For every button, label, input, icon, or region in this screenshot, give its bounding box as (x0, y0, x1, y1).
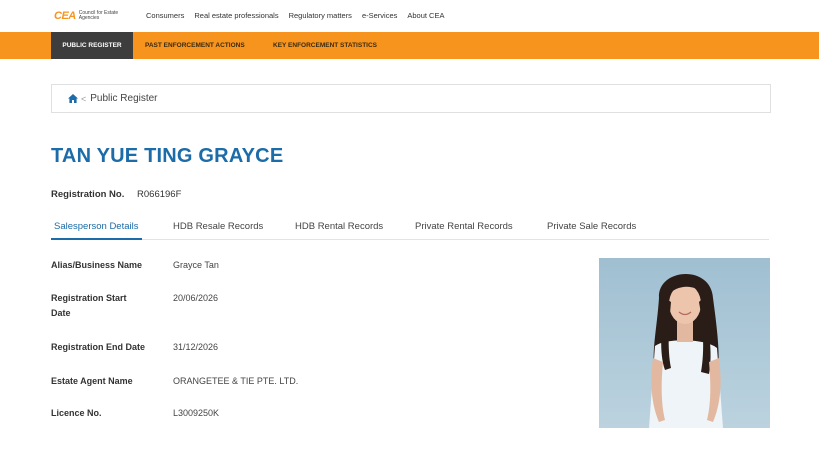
sub-navigation-bar: PUBLIC REGISTER PAST ENFORCEMENT ACTIONS… (0, 32, 819, 59)
subnav-public-register[interactable]: PUBLIC REGISTER (51, 32, 133, 59)
detail-label-alias: Alias/Business Name (51, 260, 143, 270)
nav-link-real-estate-professionals[interactable]: Real estate professionals (194, 11, 278, 20)
logo-text: Council for Estate Agencies (78, 10, 119, 21)
nav-link-about-cea[interactable]: About CEA (407, 11, 444, 20)
tab-hdb-resale-records[interactable]: HDB Resale Records (170, 221, 266, 238)
registration-label: Registration No. (51, 189, 125, 200)
nav-link-regulatory-matters[interactable]: Regulatory matters (289, 11, 352, 20)
tab-salesperson-details[interactable]: Salesperson Details (51, 221, 142, 240)
record-tabs: Salesperson Details HDB Resale Records H… (51, 221, 769, 240)
detail-label-start-date: Registration Start Date (51, 293, 127, 318)
detail-label-end-date: Registration End Date (51, 342, 146, 352)
subnav-key-enforcement-statistics[interactable]: KEY ENFORCEMENT STATISTICS (273, 32, 377, 59)
breadcrumb-separator: < (81, 93, 87, 104)
detail-value-start-date: 20/06/2026 (173, 293, 219, 303)
breadcrumb-current: Public Register (90, 93, 158, 104)
tab-hdb-rental-records[interactable]: HDB Rental Records (292, 221, 386, 238)
cea-logo[interactable]: CEA Council for Estate Agencies (54, 8, 125, 24)
registration-number: R066196F (137, 189, 182, 200)
subnav-past-enforcement-actions[interactable]: PAST ENFORCEMENT ACTIONS (145, 32, 245, 59)
detail-value-end-date: 31/12/2026 (173, 342, 219, 352)
detail-value-alias: Grayce Tan (173, 260, 219, 270)
nav-link-consumers[interactable]: Consumers (146, 11, 184, 20)
detail-value-licence-no: L3009250K (173, 408, 220, 418)
top-navigation: CEA Council for Estate Agencies Consumer… (0, 0, 819, 32)
tab-private-rental-records[interactable]: Private Rental Records (412, 221, 516, 238)
detail-value-agent-name: ORANGETEE & TIE PTE. LTD. (173, 376, 299, 386)
breadcrumb: < Public Register (51, 84, 771, 113)
detail-label-licence-no: Licence No. (51, 408, 102, 418)
home-icon[interactable] (68, 94, 78, 103)
registration-row: Registration No. R066196F (51, 189, 181, 200)
salesperson-photo (599, 258, 770, 428)
tab-private-sale-records[interactable]: Private Sale Records (544, 221, 639, 238)
detail-label-agent-name: Estate Agent Name (51, 376, 133, 386)
nav-link-e-services[interactable]: e-Services (362, 11, 397, 20)
logo-mark: CEA (54, 10, 76, 22)
page-title: TAN YUE TING GRAYCE (51, 145, 284, 167)
top-nav-links: Consumers Real estate professionals Regu… (146, 11, 454, 20)
